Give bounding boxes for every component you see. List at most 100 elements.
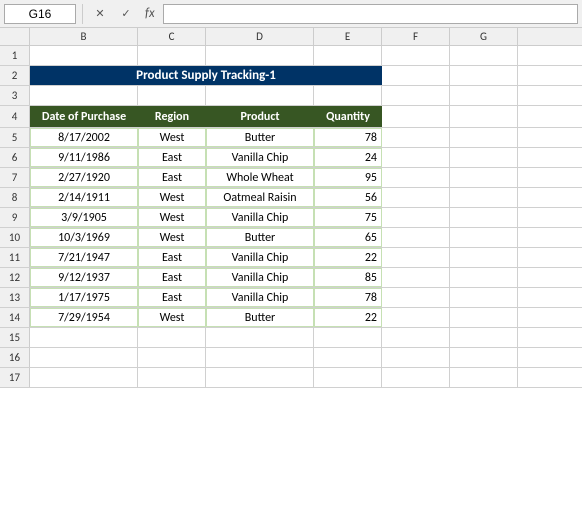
cell-qty-10[interactable]: 65	[314, 228, 382, 247]
cell-g5[interactable]	[450, 128, 518, 147]
cell-d15[interactable]	[206, 328, 314, 347]
cell-b16[interactable]	[30, 348, 138, 367]
cell-product-8[interactable]: Oatmeal Raisin	[206, 188, 314, 207]
cell-qty-12[interactable]: 85	[314, 268, 382, 287]
confirm-button[interactable]: ✓	[115, 4, 137, 24]
cell-date-5[interactable]: 8/17/2002	[30, 128, 138, 147]
cell-f17[interactable]	[382, 368, 450, 387]
cell-date-14[interactable]: 7/29/1954	[30, 308, 138, 327]
cell-f14[interactable]	[382, 308, 450, 327]
cell-c3[interactable]	[138, 86, 206, 105]
cell-e17[interactable]	[314, 368, 382, 387]
cell-f2[interactable]	[382, 66, 450, 85]
cell-g7[interactable]	[450, 168, 518, 187]
cell-c16[interactable]	[138, 348, 206, 367]
cell-date-12[interactable]: 9/12/1937	[30, 268, 138, 287]
cancel-button[interactable]: ✕	[89, 4, 111, 24]
cell-qty-13[interactable]: 78	[314, 288, 382, 307]
cell-e16[interactable]	[314, 348, 382, 367]
cell-c1[interactable]	[138, 46, 206, 65]
col-header-d[interactable]: D	[206, 28, 314, 45]
header-quantity[interactable]: Quantity	[314, 106, 382, 127]
col-header-b[interactable]: B	[30, 28, 138, 45]
cell-date-6[interactable]: 9/11/1986	[30, 148, 138, 167]
cell-product-10[interactable]: Butter	[206, 228, 314, 247]
cell-c15[interactable]	[138, 328, 206, 347]
cell-f16[interactable]	[382, 348, 450, 367]
cell-date-11[interactable]: 7/21/1947	[30, 248, 138, 267]
col-header-f[interactable]: F	[382, 28, 450, 45]
cell-b17[interactable]	[30, 368, 138, 387]
cell-g3[interactable]	[450, 86, 518, 105]
cell-date-9[interactable]: 3/9/1905	[30, 208, 138, 227]
cell-f10[interactable]	[382, 228, 450, 247]
cell-product-11[interactable]: Vanilla Chip	[206, 248, 314, 267]
cell-g10[interactable]	[450, 228, 518, 247]
cell-c17[interactable]	[138, 368, 206, 387]
cell-b3[interactable]	[30, 86, 138, 105]
cell-f11[interactable]	[382, 248, 450, 267]
cell-region-7[interactable]: East	[138, 168, 206, 187]
cell-region-13[interactable]: East	[138, 288, 206, 307]
name-box[interactable]	[4, 4, 76, 24]
cell-d1[interactable]	[206, 46, 314, 65]
cell-f5[interactable]	[382, 128, 450, 147]
cell-qty-9[interactable]: 75	[314, 208, 382, 227]
cell-product-13[interactable]: Vanilla Chip	[206, 288, 314, 307]
cell-qty-14[interactable]: 22	[314, 308, 382, 327]
cell-g2[interactable]	[450, 66, 518, 85]
cell-f3[interactable]	[382, 86, 450, 105]
cell-region-10[interactable]: West	[138, 228, 206, 247]
cell-date-8[interactable]: 2/14/1911	[30, 188, 138, 207]
cell-g16[interactable]	[450, 348, 518, 367]
cell-g4[interactable]	[450, 106, 518, 127]
cell-f15[interactable]	[382, 328, 450, 347]
cell-product-6[interactable]: Vanilla Chip	[206, 148, 314, 167]
cell-product-9[interactable]: Vanilla Chip	[206, 208, 314, 227]
cell-qty-6[interactable]: 24	[314, 148, 382, 167]
cell-e15[interactable]	[314, 328, 382, 347]
cell-g9[interactable]	[450, 208, 518, 227]
cell-date-7[interactable]: 2/27/1920	[30, 168, 138, 187]
cell-qty-11[interactable]: 22	[314, 248, 382, 267]
cell-product-5[interactable]: Butter	[206, 128, 314, 147]
title-cell[interactable]: Product Supply Tracking-1	[30, 66, 382, 85]
cell-e3[interactable]	[314, 86, 382, 105]
cell-g1[interactable]	[450, 46, 518, 65]
cell-g6[interactable]	[450, 148, 518, 167]
cell-f7[interactable]	[382, 168, 450, 187]
cell-qty-7[interactable]: 95	[314, 168, 382, 187]
header-date[interactable]: Date of Purchase	[30, 106, 138, 127]
cell-b15[interactable]	[30, 328, 138, 347]
col-header-c[interactable]: C	[138, 28, 206, 45]
cell-g11[interactable]	[450, 248, 518, 267]
formula-input[interactable]	[163, 4, 578, 24]
cell-d3[interactable]	[206, 86, 314, 105]
cell-e1[interactable]	[314, 46, 382, 65]
cell-g13[interactable]	[450, 288, 518, 307]
cell-f8[interactable]	[382, 188, 450, 207]
cell-region-9[interactable]: West	[138, 208, 206, 227]
col-header-g[interactable]: G	[450, 28, 518, 45]
cell-region-6[interactable]: East	[138, 148, 206, 167]
cell-g17[interactable]	[450, 368, 518, 387]
cell-qty-5[interactable]: 78	[314, 128, 382, 147]
cell-g8[interactable]	[450, 188, 518, 207]
header-product[interactable]: Product	[206, 106, 314, 127]
cell-date-13[interactable]: 1/17/1975	[30, 288, 138, 307]
cell-b1[interactable]	[30, 46, 138, 65]
cell-region-11[interactable]: East	[138, 248, 206, 267]
cell-product-7[interactable]: Whole Wheat	[206, 168, 314, 187]
cell-f13[interactable]	[382, 288, 450, 307]
cell-region-8[interactable]: West	[138, 188, 206, 207]
cell-product-14[interactable]: Butter	[206, 308, 314, 327]
cell-f6[interactable]	[382, 148, 450, 167]
cell-date-10[interactable]: 10/3/1969	[30, 228, 138, 247]
cell-f4[interactable]	[382, 106, 450, 127]
cell-qty-8[interactable]: 56	[314, 188, 382, 207]
cell-g12[interactable]	[450, 268, 518, 287]
cell-g15[interactable]	[450, 328, 518, 347]
cell-region-12[interactable]: East	[138, 268, 206, 287]
cell-f12[interactable]	[382, 268, 450, 287]
col-header-e[interactable]: E	[314, 28, 382, 45]
